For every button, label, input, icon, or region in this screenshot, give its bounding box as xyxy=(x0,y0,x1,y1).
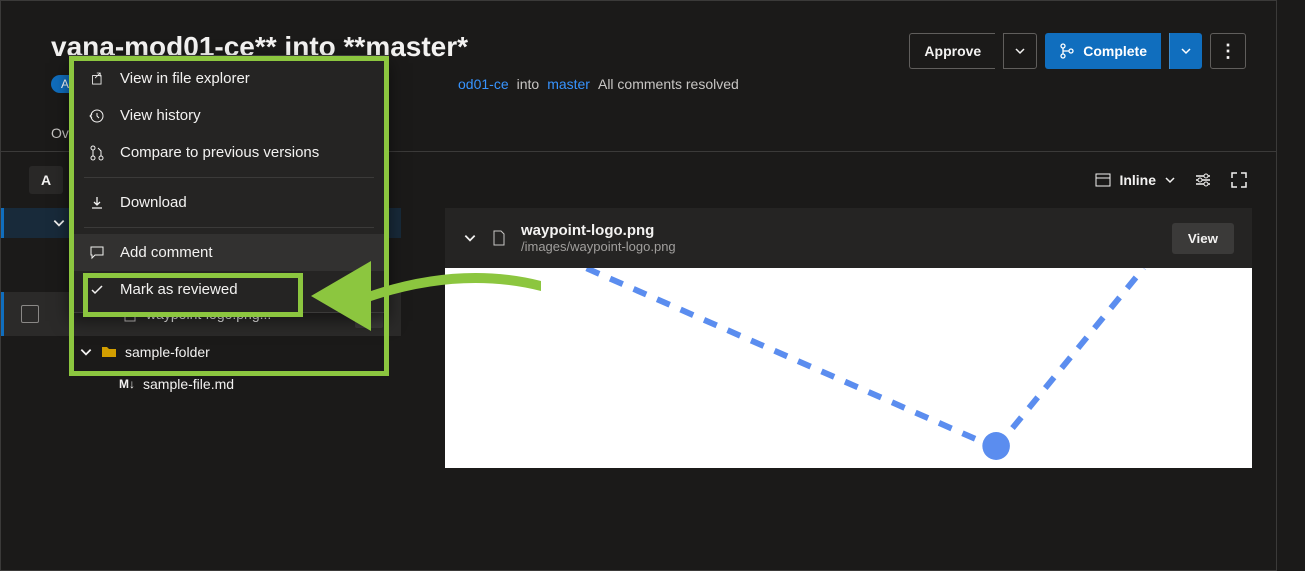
menu-label: View history xyxy=(120,107,201,124)
tree-file-sample[interactable]: M↓ sample-file.md xyxy=(1,368,401,400)
download-icon xyxy=(88,195,106,211)
menu-view-explorer[interactable]: View in file explorer xyxy=(70,60,388,97)
chevron-down-icon xyxy=(1180,45,1192,57)
approve-chevron-button[interactable] xyxy=(1003,33,1037,69)
comment-icon xyxy=(88,245,106,261)
chevron-down-icon xyxy=(52,216,66,230)
menu-label: Mark as reviewed xyxy=(120,281,238,298)
menu-add-comment[interactable]: Add comment xyxy=(70,234,388,271)
menu-compare[interactable]: Compare to previous versions xyxy=(70,134,388,171)
inline-toggle[interactable]: Inline xyxy=(1095,172,1176,188)
menu-label: Add comment xyxy=(120,244,213,261)
source-branch-link[interactable]: od01-ce xyxy=(458,76,509,92)
image-preview xyxy=(445,268,1252,468)
fullscreen-icon[interactable] xyxy=(1230,171,1248,189)
menu-label: Compare to previous versions xyxy=(120,144,319,161)
menu-divider xyxy=(84,177,374,178)
menu-view-history[interactable]: View history xyxy=(70,97,388,134)
tree-file-label: sample-file.md xyxy=(143,376,234,392)
into-text: into xyxy=(517,76,540,92)
folder-icon xyxy=(101,344,117,360)
merge-icon xyxy=(1059,43,1075,59)
file-path: /images/waypoint-logo.png xyxy=(521,239,1158,254)
context-menu: View in file explorer View history Compa… xyxy=(69,55,389,313)
menu-download[interactable]: Download xyxy=(70,184,388,221)
external-icon xyxy=(88,71,106,87)
markdown-icon: M↓ xyxy=(119,377,135,391)
file-name: waypoint-logo.png xyxy=(521,222,1158,239)
target-branch-link[interactable]: master xyxy=(547,76,590,92)
compare-icon xyxy=(88,145,106,161)
complete-label: Complete xyxy=(1083,43,1147,59)
complete-button[interactable]: Complete xyxy=(1045,33,1161,69)
chevron-down-icon xyxy=(1164,174,1176,186)
comments-status: All comments resolved xyxy=(598,76,739,92)
settings-icon[interactable] xyxy=(1194,171,1212,189)
chevron-down-icon[interactable] xyxy=(463,231,477,245)
tree-folder-sample[interactable]: sample-folder xyxy=(1,336,401,368)
inline-label: Inline xyxy=(1119,172,1156,188)
menu-label: View in file explorer xyxy=(120,70,250,87)
chevron-down-icon xyxy=(1014,45,1026,57)
file-checkbox[interactable] xyxy=(21,305,39,323)
tree-folder-label: sample-folder xyxy=(125,344,210,360)
approve-button[interactable]: Approve xyxy=(909,33,995,69)
chevron-down-icon xyxy=(79,345,93,359)
menu-mark-reviewed[interactable]: Mark as reviewed xyxy=(70,271,388,308)
history-icon xyxy=(88,108,106,124)
menu-label: Download xyxy=(120,194,187,211)
menu-divider xyxy=(84,227,374,228)
check-icon xyxy=(88,282,106,298)
view-button[interactable]: View xyxy=(1172,223,1234,254)
file-icon xyxy=(491,230,507,246)
file-header: waypoint-logo.png /images/waypoint-logo.… xyxy=(445,208,1252,268)
layout-icon xyxy=(1095,172,1111,188)
complete-chevron-button[interactable] xyxy=(1169,33,1202,69)
more-actions-button[interactable]: ⋮ xyxy=(1210,33,1246,69)
filter-pill[interactable]: A xyxy=(29,166,63,194)
